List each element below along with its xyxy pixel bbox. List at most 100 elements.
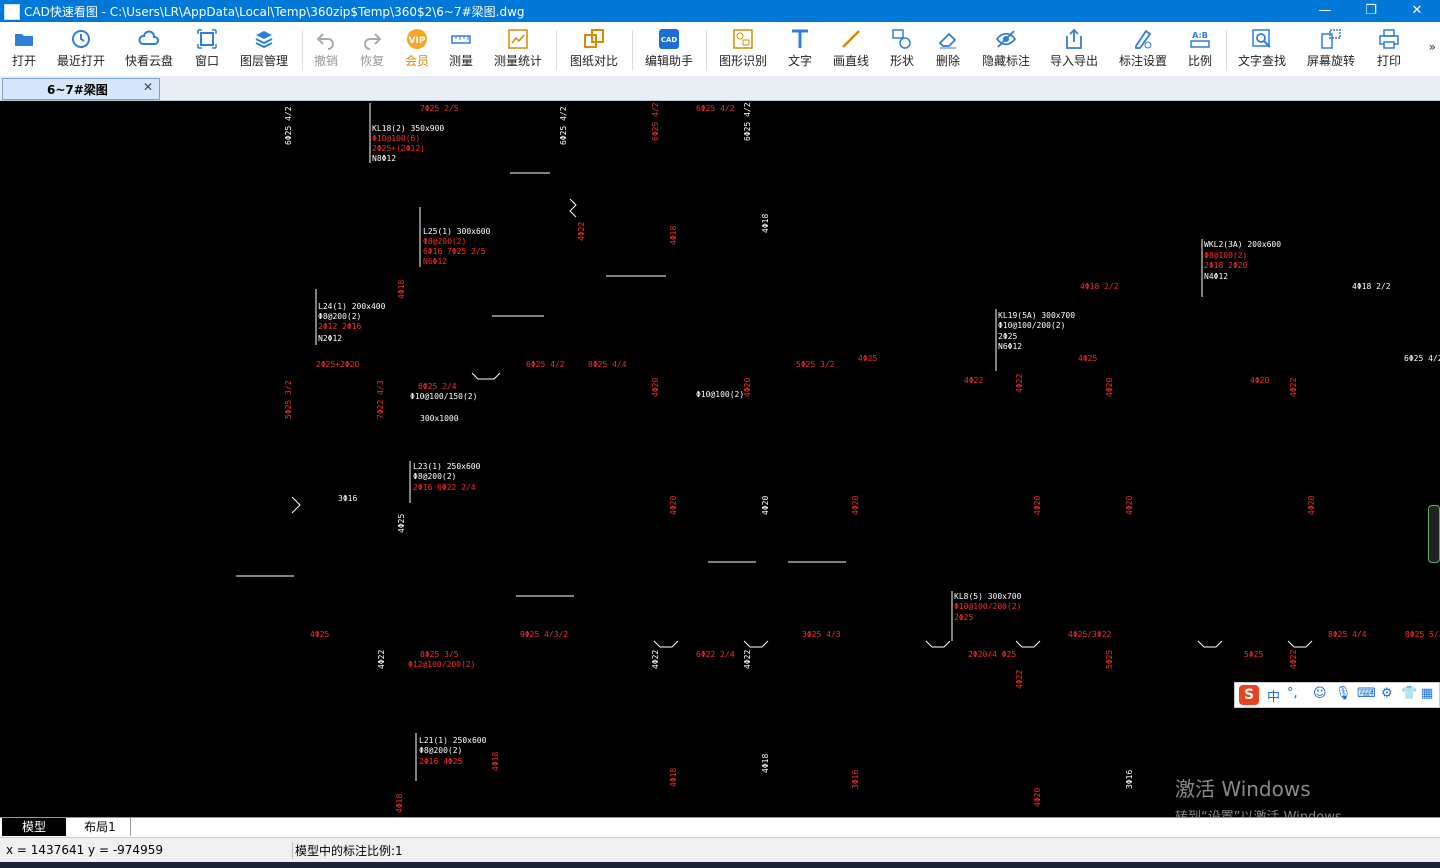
rebar-label: 4Φ20 — [1125, 496, 1134, 515]
beam-annotation: L23(1) 250x600 Φ8@200(2) 2Φ16 6Φ22 2/4 — [413, 462, 481, 492]
rebar-label: 4Φ25 — [310, 630, 329, 639]
rebar-label: Φ12@100/200(2) — [408, 660, 475, 669]
activation-subtitle: 转到“设置”以激活 Windows。 — [1175, 806, 1355, 817]
beam-waist-bar: N2Φ12 — [318, 334, 342, 343]
folder-icon — [15, 34, 33, 46]
cad-drawing[interactable]: KL18(2) 350x900 Φ10@100(6) 2Φ25+(2Φ12) N… — [0, 101, 1440, 817]
emoji-icon[interactable]: ☺ — [1313, 686, 1327, 701]
layer-manager-button[interactable]: 图层管理 — [236, 24, 292, 74]
beam-annotation: KL19(5A) 300x700 Φ10@100/200(2) 2Φ25 N6Φ… — [998, 311, 1075, 351]
rebar-label: 6Φ25 4/2 — [284, 106, 293, 145]
printer-icon — [1379, 29, 1399, 49]
print-button[interactable]: 打印 — [1370, 24, 1408, 74]
screen-rotate-button[interactable]: 屏幕旋转 — [1302, 24, 1360, 74]
menu-grid-icon[interactable]: ▦ — [1421, 686, 1433, 701]
title-bar: CAD快速看图 - C:\Users\LR\AppData\Local\Temp… — [0, 0, 1440, 22]
canvas-scroll-handle[interactable] — [1428, 505, 1440, 563]
beam-waist-bar: N8Φ12 — [372, 154, 396, 163]
break-symbol — [471, 372, 501, 380]
rebar-label: 6Φ25 4/2 — [651, 102, 660, 141]
draw-line-button[interactable]: 画直线 — [828, 24, 874, 74]
tools-icon[interactable]: ⚙ — [1381, 686, 1393, 701]
hide-annotation-button[interactable]: 隐藏标注 — [976, 24, 1036, 74]
close-button[interactable]: ✕ — [1394, 0, 1440, 22]
ime-language-toggle[interactable]: 中 — [1267, 686, 1280, 705]
beam-rebar: 2Φ25 — [998, 332, 1017, 341]
cad-edit-icon: CAD — [659, 29, 679, 49]
text-button[interactable]: 文字 — [782, 24, 818, 74]
tab-model[interactable]: 模型 — [2, 818, 66, 836]
beam-rebar: 2Φ25+(2Φ12) — [372, 144, 425, 153]
eraser-icon — [938, 32, 957, 49]
edit-assistant-button[interactable]: CAD 编辑助手 — [640, 24, 698, 74]
microphone-icon[interactable]: 🎙 — [1335, 686, 1352, 701]
delete-button[interactable]: 删除 — [930, 24, 966, 74]
beam-annotation: KL18(2) 350x900 Φ10@100(6) 2Φ25+(2Φ12) N… — [372, 124, 444, 163]
break-symbol — [291, 496, 301, 514]
rebar-label: 4Φ20 — [651, 378, 660, 397]
rebar-label: 3Φ25 4/3 — [802, 630, 841, 639]
redo-button[interactable]: 恢复 — [352, 24, 392, 74]
beam-stirrup: Φ10@100/200(2) — [954, 602, 1021, 611]
toolbar-overflow-button[interactable]: » — [1429, 40, 1436, 54]
beam-label: KL8(5) 300x700 — [954, 592, 1022, 601]
shape-button[interactable]: 形状 — [884, 24, 920, 74]
cloud-drive-button[interactable]: 快看云盘 — [120, 24, 178, 74]
window-title: CAD快速看图 - C:\Users\LR\AppData\Local\Temp… — [24, 5, 525, 19]
undo-button[interactable]: 撤销 — [306, 24, 346, 74]
restore-button[interactable]: ❐ — [1348, 0, 1394, 22]
beam-label: L25(1) 300x600 — [423, 227, 491, 236]
rebar-label: 7Φ22 4/3 — [376, 380, 385, 419]
open-button[interactable]: 打开 — [2, 24, 46, 74]
undo-icon — [316, 33, 334, 50]
toolbar-separator — [706, 30, 707, 70]
layout-tab-bar: 模型 布局1 — [0, 817, 1440, 837]
skin-icon[interactable]: 👕 — [1401, 686, 1417, 701]
rebar-label: 6Φ25 4/2 — [696, 104, 735, 113]
minimize-button[interactable]: — — [1302, 0, 1348, 22]
rebar-label: 4Φ18 — [761, 754, 770, 773]
import-export-button[interactable]: 导入导出 — [1046, 24, 1102, 74]
ime-toolbar[interactable]: S 中 °, ☺ 🎙 ⌨ ⚙ 👕 ▦ — [1234, 682, 1440, 708]
ime-punctuation-toggle[interactable]: °, — [1287, 686, 1298, 701]
rebar-label: 300x1000 — [420, 414, 459, 423]
beam-label: KL19(5A) 300x700 — [998, 311, 1075, 320]
text-search-button[interactable]: 文字查找 — [1234, 24, 1290, 74]
document-tab[interactable]: 6~7#梁图 ✕ — [2, 78, 160, 100]
beam-stirrup: Φ10@100(6) — [372, 134, 420, 143]
recent-open-button[interactable]: 最近打开 — [52, 24, 110, 74]
rebar-label: 4Φ18 — [491, 752, 500, 771]
toolbar-separator — [1226, 30, 1227, 70]
rebar-label: 4Φ22 — [1015, 670, 1024, 689]
rebar-label: Φ10@100(2) — [696, 390, 744, 399]
window-button[interactable]: 窗口 — [188, 24, 226, 74]
toolbar-separator — [556, 30, 557, 70]
rebar-label: 4Φ25/3Φ22 — [1068, 630, 1112, 639]
beam-label: WKL2(3A) 200x600 — [1204, 240, 1281, 249]
beam-stirrup: Φ8@200(2) — [419, 746, 462, 755]
rebar-label: 4Φ18 2/2 — [1352, 282, 1391, 291]
measure-stats-button[interactable]: 测量统计 — [490, 24, 546, 74]
measure-button[interactable]: 测量 — [442, 24, 480, 74]
annotation-settings-button[interactable]: 标注设置 — [1114, 24, 1172, 74]
redo-icon — [364, 33, 382, 50]
tab-layout1[interactable]: 布局1 — [70, 818, 131, 836]
vip-button[interactable]: VIP 会员 — [398, 24, 436, 74]
drawing-canvas[interactable]: KL18(2) 350x900 Φ10@100(6) 2Φ25+(2Φ12) N… — [0, 101, 1440, 817]
rebar-label: 6Φ22 2/4 — [696, 650, 735, 659]
ratio-button[interactable]: A:B 比例 — [1182, 24, 1218, 74]
rebar-label: 4Φ18 — [669, 768, 678, 787]
vip-icon: VIP — [407, 29, 427, 49]
keyboard-icon[interactable]: ⌨ — [1357, 686, 1376, 701]
beam-rebar: 2Φ18 2Φ20 — [1204, 261, 1248, 270]
compare-drawings-button[interactable]: 图纸对比 — [566, 24, 622, 74]
beam-stirrup: Φ8@100(2) — [1204, 251, 1247, 260]
rebar-label: 4Φ20 — [851, 496, 860, 515]
rebar-label: 2Φ25+2Φ20 — [316, 360, 360, 369]
export-icon — [1066, 28, 1082, 49]
close-tab-icon[interactable]: ✕ — [143, 80, 153, 94]
beam-label: KL18(2) 350x900 — [372, 124, 444, 133]
rebar-label: 4Φ22 — [651, 650, 660, 669]
beam-rebar: 6Φ16 7Φ25 2/5 — [423, 247, 486, 256]
shape-recognition-button[interactable]: 图形识别 — [714, 24, 772, 74]
